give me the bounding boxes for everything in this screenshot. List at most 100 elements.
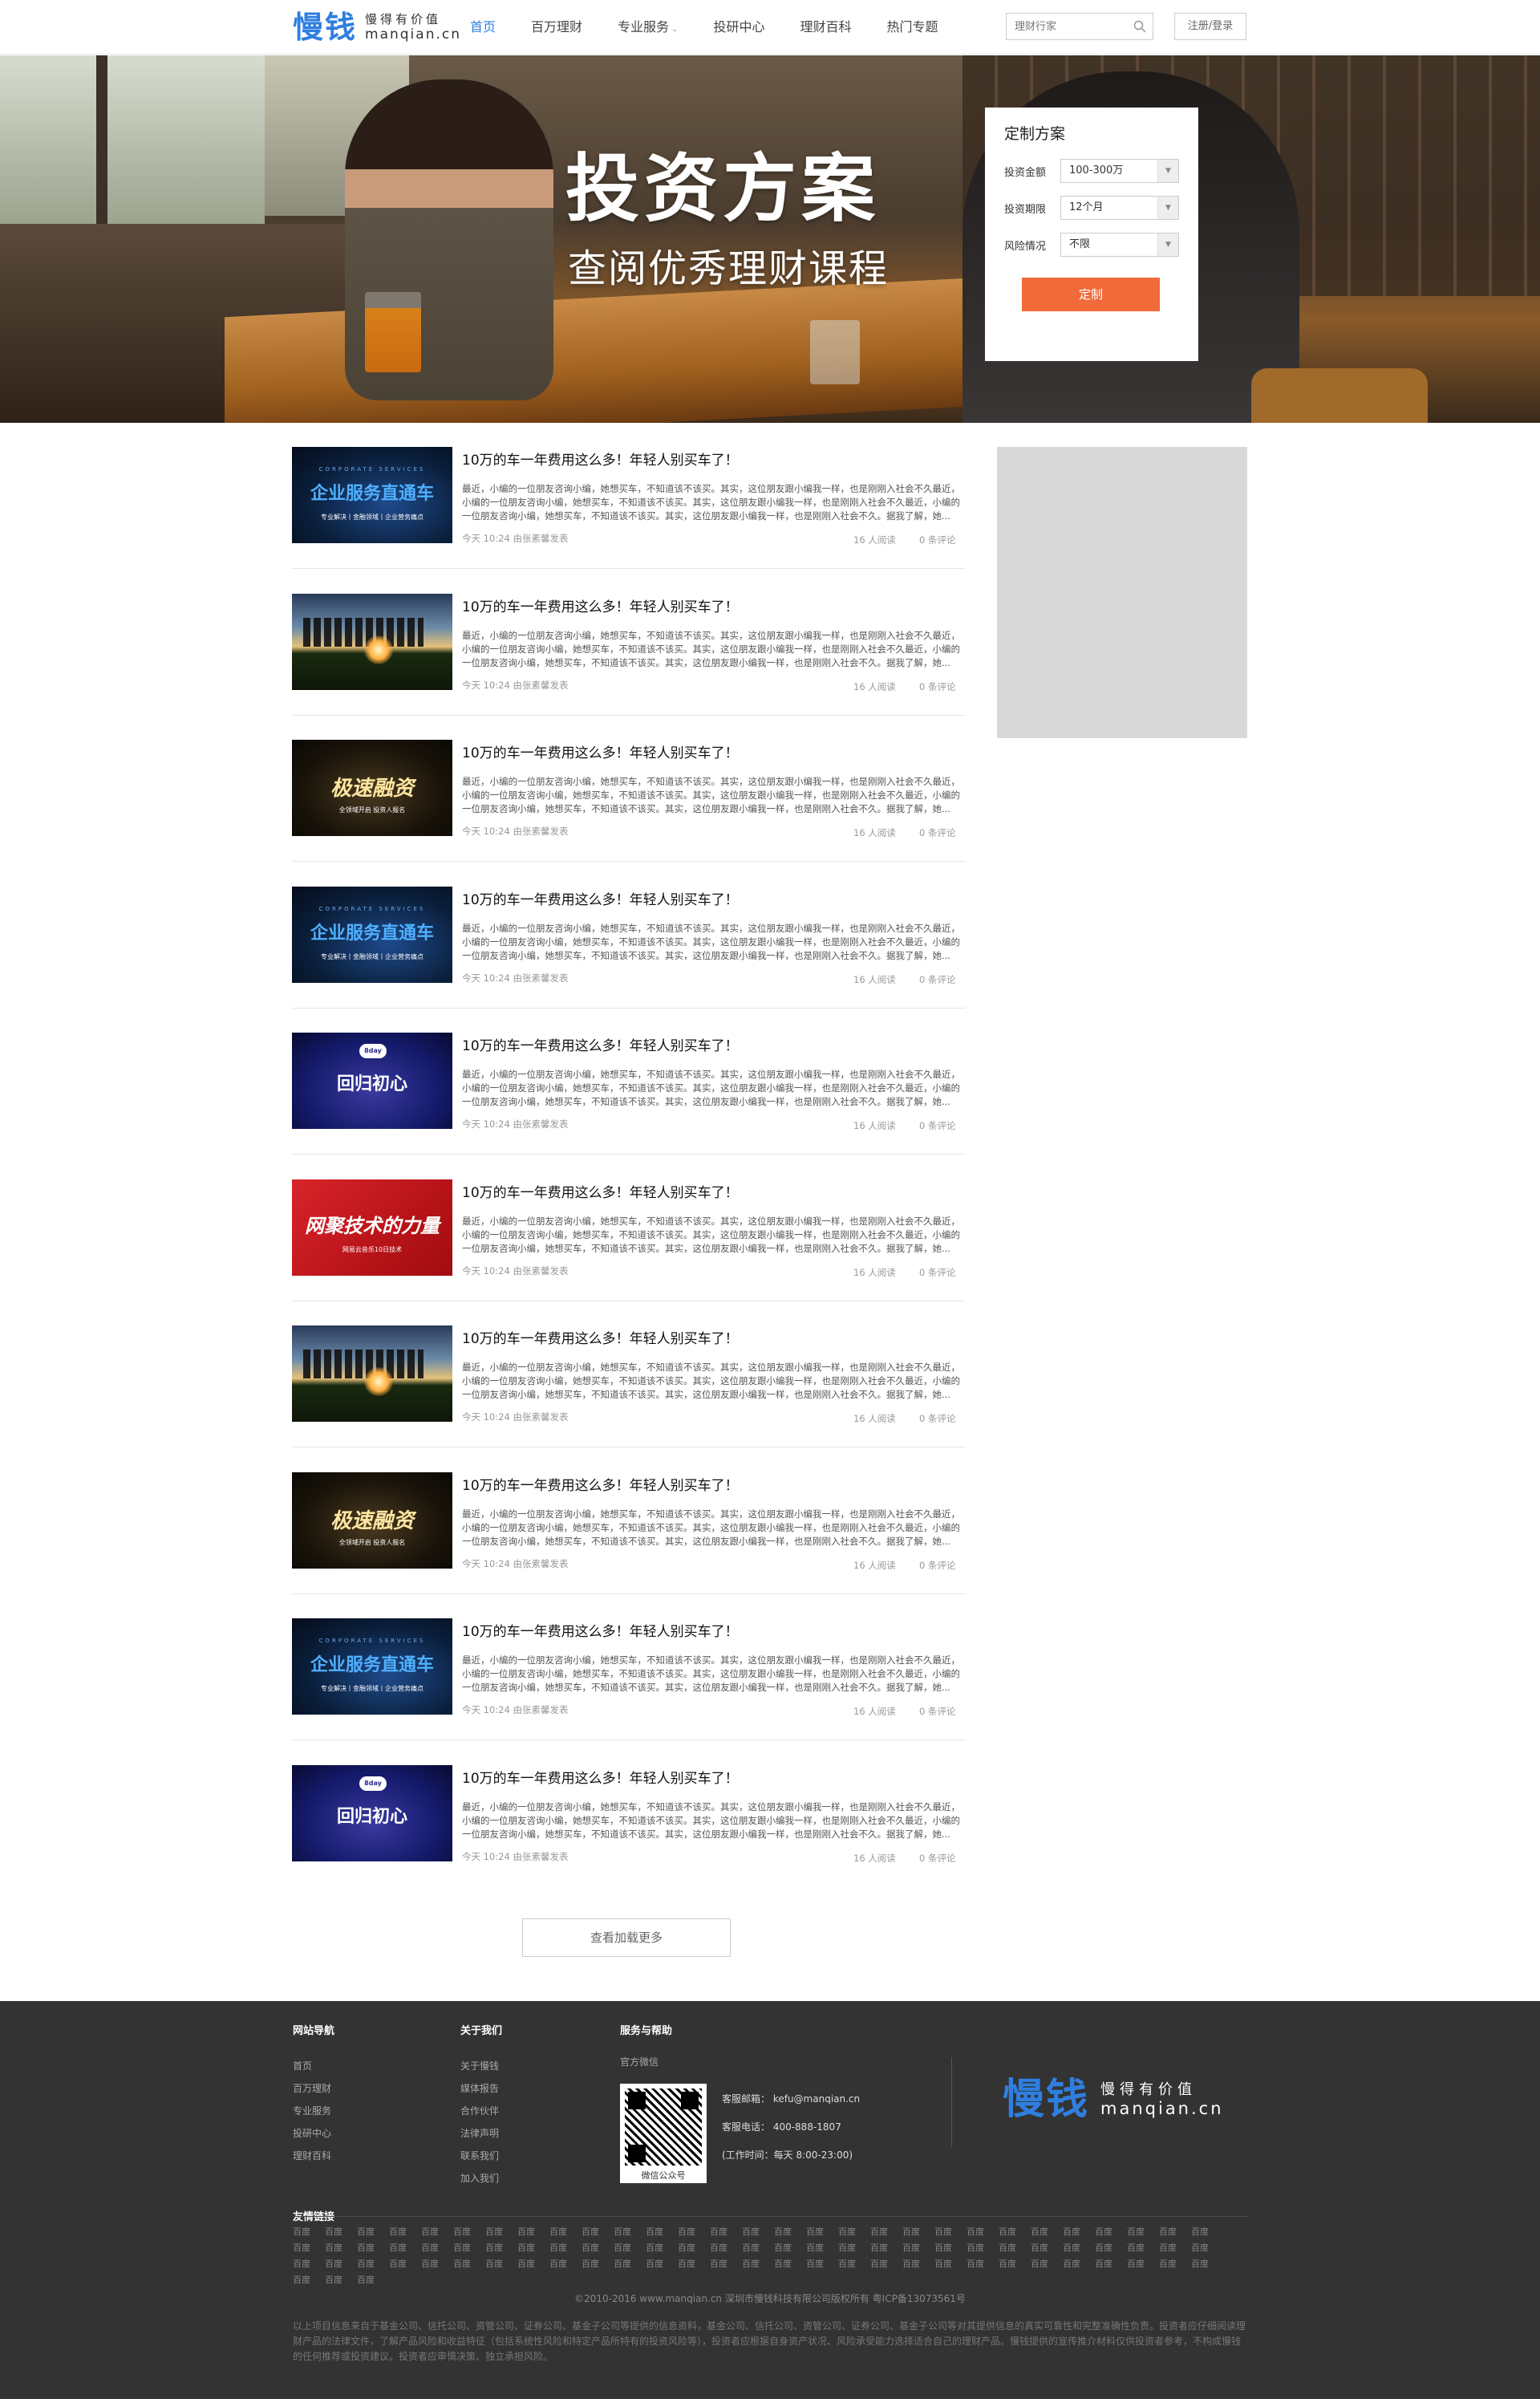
friend-link[interactable]: 百度 <box>1095 2256 1127 2272</box>
friend-link[interactable]: 百度 <box>999 2256 1031 2272</box>
friend-link[interactable]: 百度 <box>1063 2240 1095 2256</box>
friend-link[interactable]: 百度 <box>421 2240 453 2256</box>
friend-link[interactable]: 百度 <box>549 2240 582 2256</box>
friend-link[interactable]: 百度 <box>517 2224 549 2240</box>
friend-link[interactable]: 百度 <box>1031 2240 1063 2256</box>
footer-link[interactable]: 加入我们 <box>460 2167 502 2190</box>
footer-link[interactable]: 专业服务 <box>293 2100 334 2122</box>
friend-link[interactable]: 百度 <box>774 2224 806 2240</box>
friend-link[interactable]: 百度 <box>1127 2224 1159 2240</box>
footer-link[interactable]: 百万理财 <box>293 2077 334 2100</box>
site-logo[interactable]: 慢钱 慢得有价值 manqian.cn <box>293 11 461 43</box>
friend-link[interactable]: 百度 <box>806 2256 838 2272</box>
article-thumbnail[interactable]: CORPORATE SERVICES 企业服务直通车 专业解决丨金融领域丨企业营务痛… <box>292 886 452 983</box>
article-comment-count[interactable]: 0 条评论 <box>919 1266 955 1279</box>
article-thumbnail[interactable]: 极速融资 全领域开启 投资人报名 <box>292 1471 452 1569</box>
friend-link[interactable]: 百度 <box>582 2256 614 2272</box>
footer-link[interactable]: 投研中心 <box>293 2122 334 2145</box>
footer-link[interactable]: 联系我们 <box>460 2145 502 2167</box>
friend-link[interactable]: 百度 <box>293 2256 325 2272</box>
article-item[interactable]: 8day 回归初心 10万的车一年费用这么多！年轻人别买车了！ 最近，小编的一位朋友咨… <box>292 1764 966 1887</box>
sidebar-ad-placeholder[interactable] <box>997 447 1247 738</box>
friend-link[interactable]: 百度 <box>1063 2256 1095 2272</box>
friend-link[interactable]: 百度 <box>999 2224 1031 2240</box>
friend-link[interactable]: 百度 <box>646 2256 678 2272</box>
article-thumbnail[interactable]: CORPORATE SERVICES 企业服务直通车 专业解决丨金融领域丨企业营务痛… <box>292 1618 452 1715</box>
amount-select[interactable]: 100-300万 ▼ <box>1060 159 1179 183</box>
friend-link[interactable]: 百度 <box>806 2224 838 2240</box>
friend-link[interactable]: 百度 <box>838 2240 870 2256</box>
friend-link[interactable]: 百度 <box>357 2240 389 2256</box>
friend-link[interactable]: 百度 <box>293 2224 325 2240</box>
article-comment-count[interactable]: 0 条评论 <box>919 826 955 839</box>
friend-link[interactable]: 百度 <box>325 2224 357 2240</box>
friend-link[interactable]: 百度 <box>389 2240 421 2256</box>
article-comment-count[interactable]: 0 条评论 <box>919 1559 955 1572</box>
friend-link[interactable]: 百度 <box>646 2224 678 2240</box>
friend-link[interactable]: 百度 <box>902 2224 934 2240</box>
article-comment-count[interactable]: 0 条评论 <box>919 973 955 986</box>
friend-link[interactable]: 百度 <box>999 2240 1031 2256</box>
friend-link[interactable]: 百度 <box>678 2240 710 2256</box>
article-item[interactable]: 10万的车一年费用这么多！年轻人别买车了！ 最近，小编的一位朋友咨询小编，她想买车… <box>292 593 966 716</box>
friend-link[interactable]: 百度 <box>678 2256 710 2272</box>
friend-link[interactable]: 百度 <box>485 2224 517 2240</box>
friend-link[interactable]: 百度 <box>870 2240 902 2256</box>
friend-link[interactable]: 百度 <box>357 2272 389 2288</box>
friend-link[interactable]: 百度 <box>421 2256 453 2272</box>
article-item[interactable]: CORPORATE SERVICES 企业服务直通车 专业解决丨金融领域丨企业营务痛… <box>292 886 966 1009</box>
friend-link[interactable]: 百度 <box>293 2240 325 2256</box>
article-thumbnail[interactable]: 网聚技术的力量 网易云音乐10日技术 <box>292 1179 452 1276</box>
friend-link[interactable]: 百度 <box>1127 2240 1159 2256</box>
friend-link[interactable]: 百度 <box>1031 2256 1063 2272</box>
nav-home[interactable]: 首页 <box>470 0 496 55</box>
friend-link[interactable]: 百度 <box>646 2240 678 2256</box>
friend-link[interactable]: 百度 <box>902 2240 934 2256</box>
friend-link[interactable]: 百度 <box>325 2240 357 2256</box>
article-title[interactable]: 10万的车一年费用这么多！年轻人别买车了！ <box>462 1184 739 1202</box>
article-item[interactable]: CORPORATE SERVICES 企业服务直通车 专业解决丨金融领域丨企业营务痛… <box>292 1618 966 1740</box>
article-title[interactable]: 10万的车一年费用这么多！年轻人别买车了！ <box>462 1477 739 1495</box>
friend-link[interactable]: 百度 <box>1159 2256 1191 2272</box>
friend-link[interactable]: 百度 <box>421 2224 453 2240</box>
friend-link[interactable]: 百度 <box>1127 2256 1159 2272</box>
friend-link[interactable]: 百度 <box>325 2272 357 2288</box>
friend-link[interactable]: 百度 <box>710 2240 742 2256</box>
friend-link[interactable]: 百度 <box>742 2224 774 2240</box>
friend-link[interactable]: 百度 <box>582 2224 614 2240</box>
article-comment-count[interactable]: 0 条评论 <box>919 1852 955 1865</box>
friend-link[interactable]: 百度 <box>1159 2224 1191 2240</box>
article-item[interactable]: 极速融资 全领域开启 投资人报名 10万的车一年费用这么多！年轻人别买车了！ 最近，小… <box>292 740 966 862</box>
nav-topics[interactable]: 热门专题 <box>886 0 938 55</box>
friend-link[interactable]: 百度 <box>934 2224 967 2240</box>
load-more-button[interactable]: 查看加载更多 <box>522 1918 731 1957</box>
footer-link[interactable]: 理财百科 <box>293 2145 334 2167</box>
friend-link[interactable]: 百度 <box>967 2256 999 2272</box>
article-thumbnail[interactable] <box>292 593 452 690</box>
friend-link[interactable]: 百度 <box>806 2240 838 2256</box>
article-item[interactable]: 10万的车一年费用这么多！年轻人别买车了！ 最近，小编的一位朋友咨询小编，她想买车… <box>292 1325 966 1447</box>
friend-link[interactable]: 百度 <box>1159 2240 1191 2256</box>
friend-link[interactable]: 百度 <box>774 2240 806 2256</box>
friend-link[interactable]: 百度 <box>1095 2240 1127 2256</box>
term-select[interactable]: 12个月 ▼ <box>1060 196 1179 220</box>
article-thumbnail[interactable]: 8day 回归初心 <box>292 1764 452 1861</box>
article-thumbnail[interactable] <box>292 1325 452 1422</box>
friend-link[interactable]: 百度 <box>742 2256 774 2272</box>
nav-services[interactable]: 专业服务 ⌄ <box>618 0 678 55</box>
friend-link[interactable]: 百度 <box>549 2256 582 2272</box>
nav-encyclopedia[interactable]: 理财百科 <box>800 0 851 55</box>
friend-link[interactable]: 百度 <box>357 2224 389 2240</box>
article-title[interactable]: 10万的车一年费用这么多！年轻人别买车了！ <box>462 1330 739 1348</box>
article-thumbnail[interactable]: 极速融资 全领域开启 投资人报名 <box>292 740 452 836</box>
friend-link[interactable]: 百度 <box>517 2240 549 2256</box>
friend-link[interactable]: 百度 <box>870 2256 902 2272</box>
friend-link[interactable]: 百度 <box>1191 2256 1223 2272</box>
friend-link[interactable]: 百度 <box>838 2256 870 2272</box>
search-input[interactable] <box>1007 14 1127 39</box>
article-title[interactable]: 10万的车一年费用这么多！年轻人别买车了！ <box>462 1770 739 1788</box>
nav-research[interactable]: 投研中心 <box>713 0 764 55</box>
friend-link[interactable]: 百度 <box>870 2224 902 2240</box>
footer-link[interactable]: 媒体报告 <box>460 2077 502 2100</box>
friend-link[interactable]: 百度 <box>517 2256 549 2272</box>
